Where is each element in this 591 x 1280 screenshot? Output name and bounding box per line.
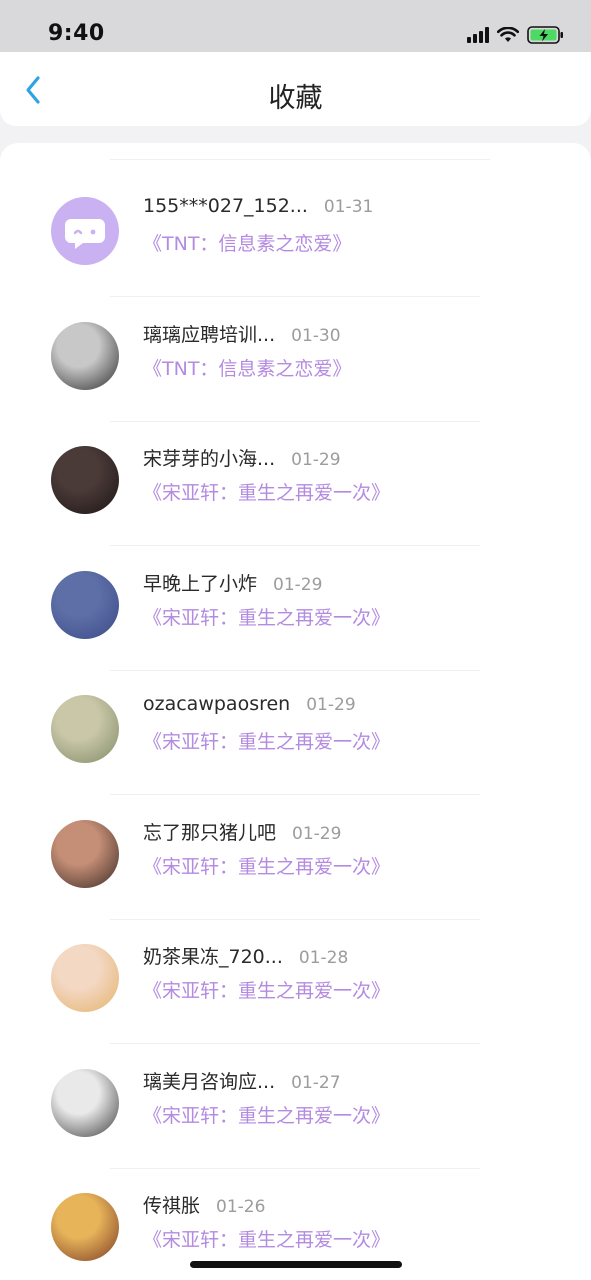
item-header: 传祺胀 01-26 <box>143 1191 265 1218</box>
item-date: 01-29 <box>306 695 356 715</box>
list-item[interactable]: 忘了那只猪儿吧 01-29 《宋亚轩：重生之再爱一次》 <box>0 796 591 920</box>
item-work-title[interactable]: 《宋亚轩：重生之再爱一次》 <box>143 852 390 879</box>
item-date: 01-31 <box>323 197 374 217</box>
divider <box>110 159 490 160</box>
item-username[interactable]: 宋芽芽的小海... <box>143 444 275 471</box>
item-header: 宋芽芽的小海... 01-29 <box>143 444 341 471</box>
user-avatar[interactable] <box>51 819 119 888</box>
item-header: 忘了那只猪儿吧 01-29 <box>143 818 341 845</box>
list-item[interactable]: 璃璃应聘培训... 01-30 《TNT：信息素之恋爱》 <box>0 298 591 422</box>
item-work-title[interactable]: 《宋亚轩：重生之再爱一次》 <box>143 478 390 505</box>
item-work-title[interactable]: 《TNT：信息素之恋爱》 <box>143 354 351 381</box>
item-username[interactable]: 155***027_152... <box>143 195 308 217</box>
item-date: 01-29 <box>291 450 341 470</box>
battery-charging-icon <box>527 26 563 44</box>
item-work-title[interactable]: 《宋亚轩：重生之再爱一次》 <box>143 976 390 1003</box>
item-work-title[interactable]: 《宋亚轩：重生之再爱一次》 <box>143 1225 390 1252</box>
list-item[interactable]: 宋芽芽的小海... 01-29 《宋亚轩：重生之再爱一次》 <box>0 422 591 546</box>
item-header: 璃璃应聘培训... 01-30 <box>143 320 341 347</box>
cellular-signal-icon <box>467 27 489 43</box>
user-avatar[interactable] <box>51 1193 119 1261</box>
user-avatar[interactable] <box>51 1068 119 1137</box>
item-date: 01-29 <box>292 823 342 844</box>
item-header: 155***027_152... 01-31 <box>143 195 373 217</box>
nav-header: 收藏 <box>0 52 591 126</box>
item-username[interactable]: 早晚上了小炸 <box>143 569 257 596</box>
list-item[interactable]: 早晚上了小炸 01-29 《宋亚轩：重生之再爱一次》 <box>0 547 591 671</box>
item-work-title[interactable]: 《宋亚轩：重生之再爱一次》 <box>143 603 390 630</box>
chat-bubble-avatar[interactable] <box>51 197 119 265</box>
item-header: 奶茶果冻_720... 01-28 <box>143 942 348 969</box>
item-username[interactable]: 奶茶果冻_720... <box>143 942 283 969</box>
user-avatar[interactable] <box>51 695 119 763</box>
user-avatar[interactable] <box>51 321 119 390</box>
item-work-title[interactable]: 《宋亚轩：重生之再爱一次》 <box>143 727 390 754</box>
user-avatar[interactable] <box>51 446 119 514</box>
list-item[interactable]: 璃美月咨询应... 01-27 《宋亚轩：重生之再爱一次》 <box>0 1045 591 1169</box>
user-avatar[interactable] <box>51 570 119 639</box>
list-item[interactable]: 155***027_152... 01-31 《TNT：信息素之恋爱》 <box>0 173 591 297</box>
home-indicator <box>190 1261 402 1268</box>
list-item[interactable]: 奶茶果冻_720... 01-28 《宋亚轩：重生之再爱一次》 <box>0 920 591 1044</box>
status-time: 9:40 <box>48 21 105 46</box>
item-date: 01-29 <box>273 574 323 595</box>
item-date: 01-28 <box>298 948 349 968</box>
wifi-icon <box>497 27 519 42</box>
item-work-title[interactable]: 《TNT：信息素之恋爱》 <box>143 229 351 256</box>
item-date: 01-30 <box>291 325 341 346</box>
item-date: 01-26 <box>216 1197 266 1217</box>
item-header: ozacawpaosren 01-29 <box>143 693 356 715</box>
item-date: 01-27 <box>291 1072 341 1093</box>
item-work-title[interactable]: 《宋亚轩：重生之再爱一次》 <box>143 1101 390 1128</box>
item-username[interactable]: 传祺胀 <box>143 1191 200 1218</box>
item-username[interactable]: ozacawpaosren <box>143 693 290 715</box>
user-avatar[interactable] <box>51 944 119 1012</box>
status-bar: 9:40 <box>0 0 591 52</box>
item-username[interactable]: 璃美月咨询应... <box>143 1067 275 1094</box>
item-username[interactable]: 忘了那只猪儿吧 <box>143 818 276 845</box>
list-item[interactable]: ozacawpaosren 01-29 《宋亚轩：重生之再爱一次》 <box>0 671 591 795</box>
item-header: 璃美月咨询应... 01-27 <box>143 1067 341 1094</box>
page-title: 收藏 <box>268 83 323 114</box>
item-username[interactable]: 璃璃应聘培训... <box>143 320 275 347</box>
status-icons <box>467 24 565 46</box>
chat-bubble-icon <box>65 219 105 249</box>
item-header: 早晚上了小炸 01-29 <box>143 569 322 596</box>
favorites-list: 155***027_152... 01-31 《TNT：信息素之恋爱》 璃璃应聘培训.… <box>0 143 591 1280</box>
